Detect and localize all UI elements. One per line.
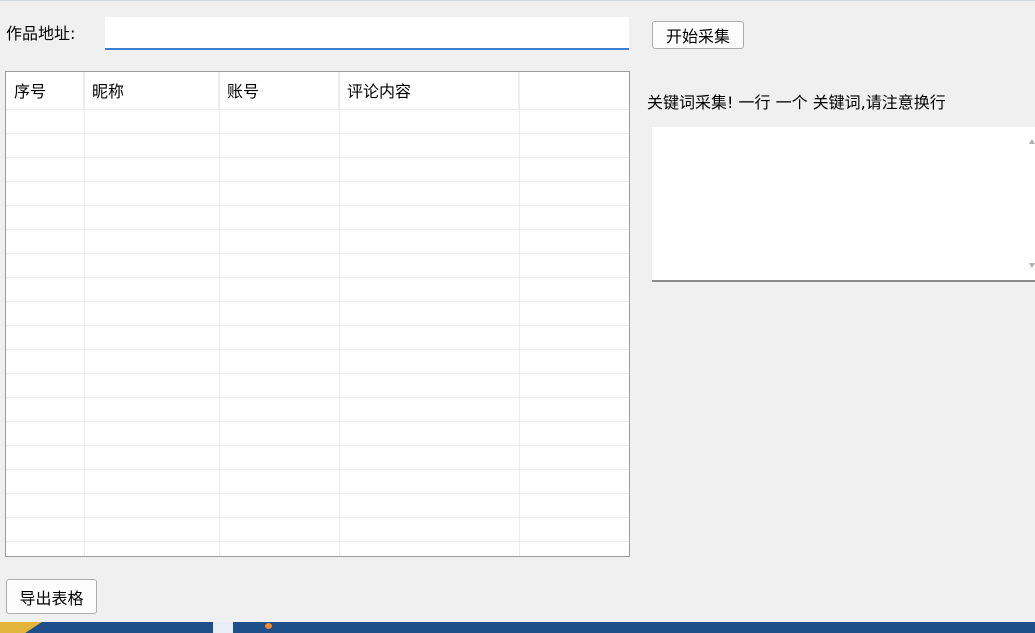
- keyword-label: 关键词采集! 一行 一个 关键词,请注意换行: [647, 93, 946, 112]
- grid-row-line: [6, 157, 629, 158]
- grid-row-line: [6, 109, 629, 110]
- grid-column-line: [519, 72, 520, 556]
- main-window: 作品地址: 开始采集 序号 昵称 账号 评论内容 关键词采集! 一行 一个 关键…: [0, 0, 1035, 622]
- grid-row-line: [6, 397, 629, 398]
- grid-row-line: [6, 229, 629, 230]
- url-label: 作品地址:: [6, 24, 76, 43]
- export-table-button[interactable]: 导出表格: [6, 579, 97, 614]
- column-header-index[interactable]: 序号: [6, 72, 84, 109]
- comments-table[interactable]: 序号 昵称 账号 评论内容: [5, 71, 630, 557]
- grid-column-line: [84, 72, 85, 556]
- scroll-up-arrow-icon[interactable]: [1029, 139, 1035, 144]
- grid-row-line: [6, 277, 629, 278]
- grid-row-line: [6, 133, 629, 134]
- grid-row-line: [6, 205, 629, 206]
- grid-row-line: [6, 421, 629, 422]
- grid-row-line: [6, 181, 629, 182]
- grid-row-line: [6, 541, 629, 542]
- url-input[interactable]: [105, 17, 629, 50]
- column-header-nickname[interactable]: 昵称: [84, 72, 219, 109]
- grid-row-line: [6, 373, 629, 374]
- taskbar-notification-icon[interactable]: [265, 623, 272, 629]
- keyword-textarea[interactable]: [652, 127, 1035, 282]
- grid-row-line: [6, 517, 629, 518]
- grid-column-line: [219, 72, 220, 556]
- grid-row-line: [6, 301, 629, 302]
- table-header: 序号 昵称 账号 评论内容: [6, 72, 629, 109]
- grid-row-line: [6, 349, 629, 350]
- grid-row-line: [6, 445, 629, 446]
- scroll-down-arrow-icon[interactable]: [1029, 263, 1035, 268]
- column-header-comment[interactable]: 评论内容: [339, 72, 519, 109]
- grid-row-line: [6, 325, 629, 326]
- start-collect-button[interactable]: 开始采集: [652, 21, 744, 49]
- column-header-extra[interactable]: [519, 72, 629, 109]
- grid-column-line: [339, 72, 340, 556]
- grid-row-line: [6, 253, 629, 254]
- column-header-account[interactable]: 账号: [219, 72, 339, 109]
- taskbar-app-icon[interactable]: [0, 622, 42, 633]
- taskbar-shortcut-icon[interactable]: [213, 622, 233, 633]
- taskbar: [0, 622, 1035, 633]
- grid-row-line: [6, 469, 629, 470]
- grid-row-line: [6, 493, 629, 494]
